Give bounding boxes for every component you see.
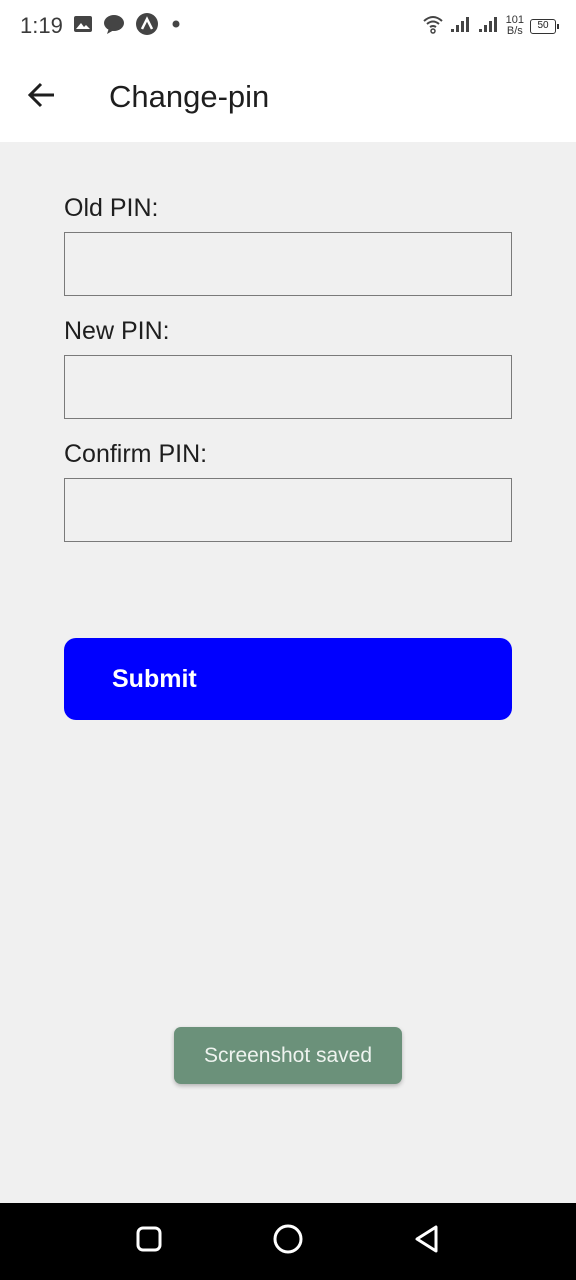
network-speed-unit: B/s: [506, 25, 523, 37]
system-back-button[interactable]: [397, 1212, 457, 1272]
signal-icon: [450, 15, 472, 38]
recents-button[interactable]: [119, 1212, 179, 1272]
back-button[interactable]: [0, 52, 84, 142]
home-circle-icon: [272, 1223, 304, 1260]
app-a-icon: [135, 12, 159, 41]
network-speed: 101 B/s: [506, 15, 524, 37]
status-bar: 1:19 101 B/s 50: [0, 0, 576, 52]
toast-message: Screenshot saved: [174, 1027, 402, 1084]
page-title: Change-pin: [109, 79, 270, 114]
app-bar: Change-pin: [0, 52, 576, 142]
status-time: 1:19: [20, 13, 63, 38]
wifi-icon: [422, 14, 444, 39]
battery-icon: 50: [530, 18, 559, 34]
confirm-pin-input[interactable]: [64, 478, 512, 542]
dot-icon: [169, 17, 183, 36]
image-icon: [73, 15, 93, 38]
new-pin-label: New PIN:: [64, 317, 170, 345]
signal-icon: [478, 15, 500, 38]
system-indicators: 101 B/s 50: [422, 14, 559, 39]
home-button[interactable]: [258, 1212, 318, 1272]
chat-bubble-icon: [103, 14, 125, 39]
navigation-bar: [0, 1203, 576, 1280]
old-pin-input[interactable]: [64, 232, 512, 296]
back-triangle-icon: [413, 1224, 441, 1259]
recents-square-icon: [135, 1225, 163, 1258]
confirm-pin-label: Confirm PIN:: [64, 440, 208, 468]
submit-button[interactable]: Submit: [64, 638, 512, 720]
new-pin-input[interactable]: [64, 355, 512, 419]
arrow-left-icon: [27, 81, 57, 114]
notification-icons: [73, 12, 183, 41]
old-pin-label: Old PIN:: [64, 194, 159, 222]
